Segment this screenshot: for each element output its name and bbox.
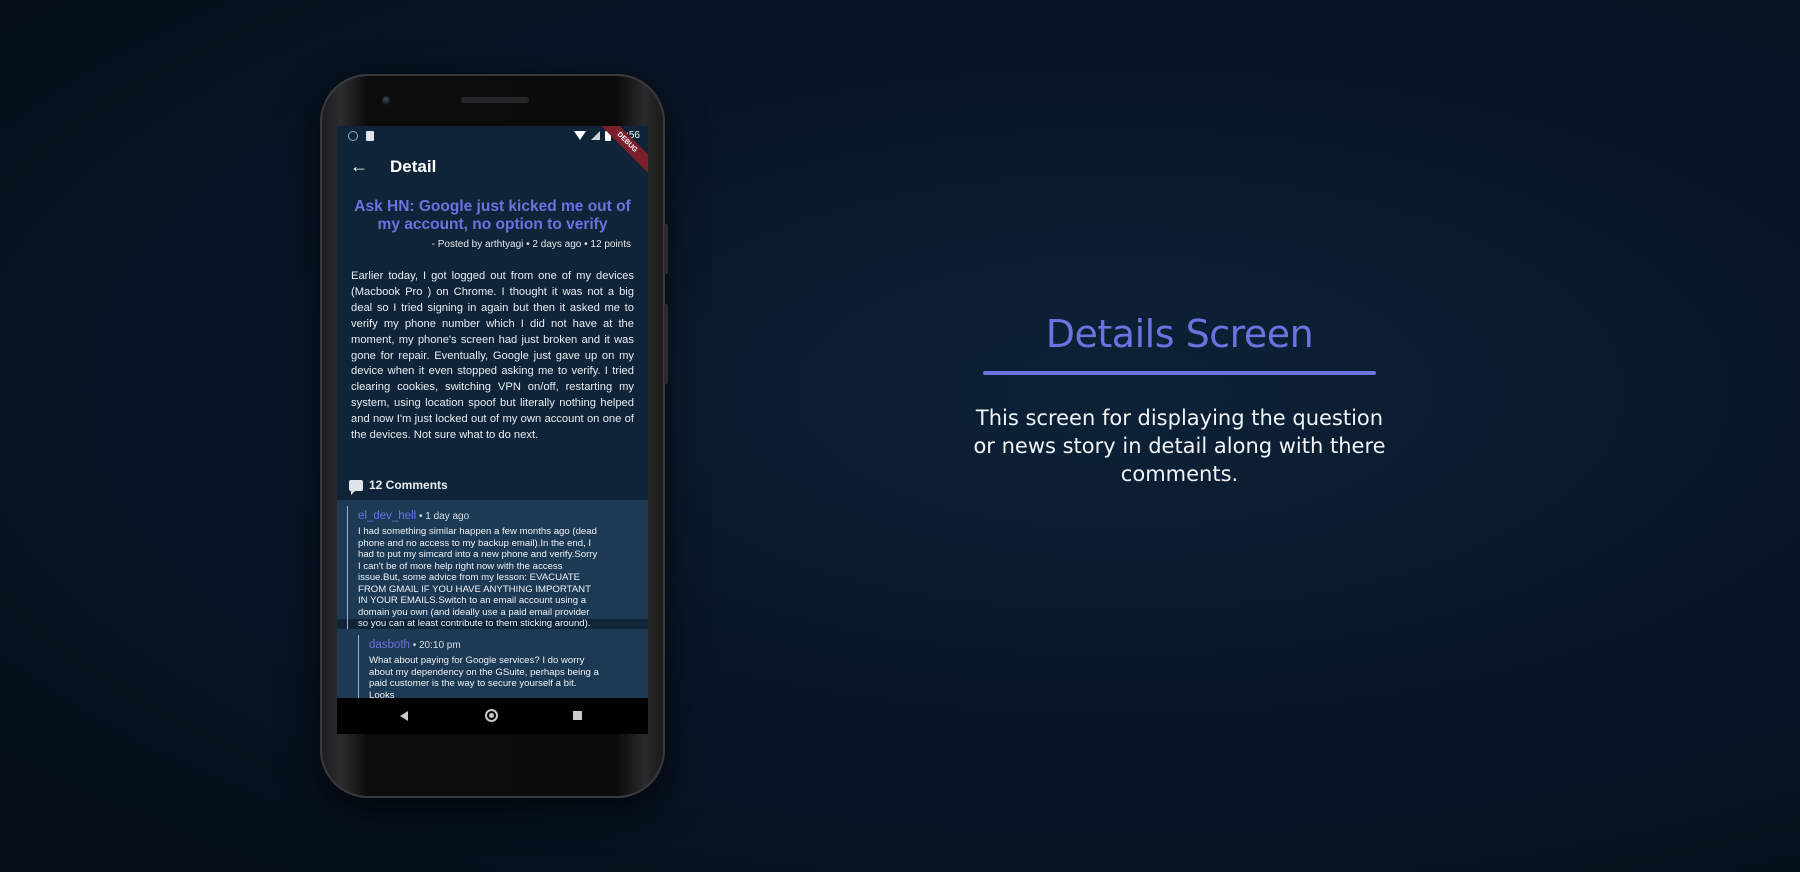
wifi-icon bbox=[573, 131, 586, 140]
comment-time: • 20:10 pm bbox=[409, 640, 461, 651]
comment-text: I had something similar happen a few mon… bbox=[358, 526, 598, 629]
power-button bbox=[664, 224, 668, 274]
nav-back-icon[interactable] bbox=[400, 711, 408, 721]
page-title: Detail bbox=[390, 157, 437, 176]
arrow-left-icon[interactable]: ← bbox=[347, 154, 371, 178]
comment-author[interactable]: el_dev_hell bbox=[358, 510, 416, 522]
front-camera bbox=[382, 96, 391, 105]
hero-description: This screen for displaying the question … bbox=[973, 406, 1386, 486]
post-title: Ask HN: Google just kicked me out of my … bbox=[354, 198, 631, 233]
comments-count: 12 Comments bbox=[369, 478, 448, 492]
phone-mockup: 11:56 DEBUG ← Detail Ask HN: Google just… bbox=[320, 74, 668, 798]
comment-time: • 1 day ago bbox=[416, 511, 470, 522]
comment-icon bbox=[349, 479, 363, 495]
nav-home-icon[interactable] bbox=[485, 709, 498, 722]
post-body: Earlier today, I got logged out from one… bbox=[351, 270, 634, 442]
sd-card-icon bbox=[366, 131, 374, 141]
hero-divider bbox=[983, 371, 1376, 375]
hero-title: Details Screen bbox=[1045, 312, 1314, 356]
status-bar: 11:56 DEBUG bbox=[337, 126, 648, 178]
notification-icon bbox=[348, 131, 358, 141]
comments-header: 12 Comments bbox=[349, 478, 448, 495]
app-bar: ← Detail bbox=[337, 148, 648, 184]
phone-screen: 11:56 DEBUG ← Detail Ask HN: Google just… bbox=[337, 126, 648, 734]
post-meta: - Posted by arthtyagi • 2 days ago • 12 … bbox=[431, 239, 631, 250]
signal-icon bbox=[590, 131, 600, 140]
earpiece-speaker bbox=[461, 97, 529, 103]
comment-card[interactable]: el_dev_hell • 1 day ago I had something … bbox=[337, 500, 648, 630]
comment-author[interactable]: dasboth bbox=[369, 639, 410, 651]
comment-text: What about paying for Google services? I… bbox=[369, 655, 599, 701]
nav-recents-icon[interactable] bbox=[573, 711, 582, 720]
volume-button bbox=[664, 304, 668, 384]
system-nav-bar bbox=[337, 698, 648, 734]
comment-card[interactable]: dasboth • 20:10 pm What about paying for… bbox=[337, 629, 648, 709]
